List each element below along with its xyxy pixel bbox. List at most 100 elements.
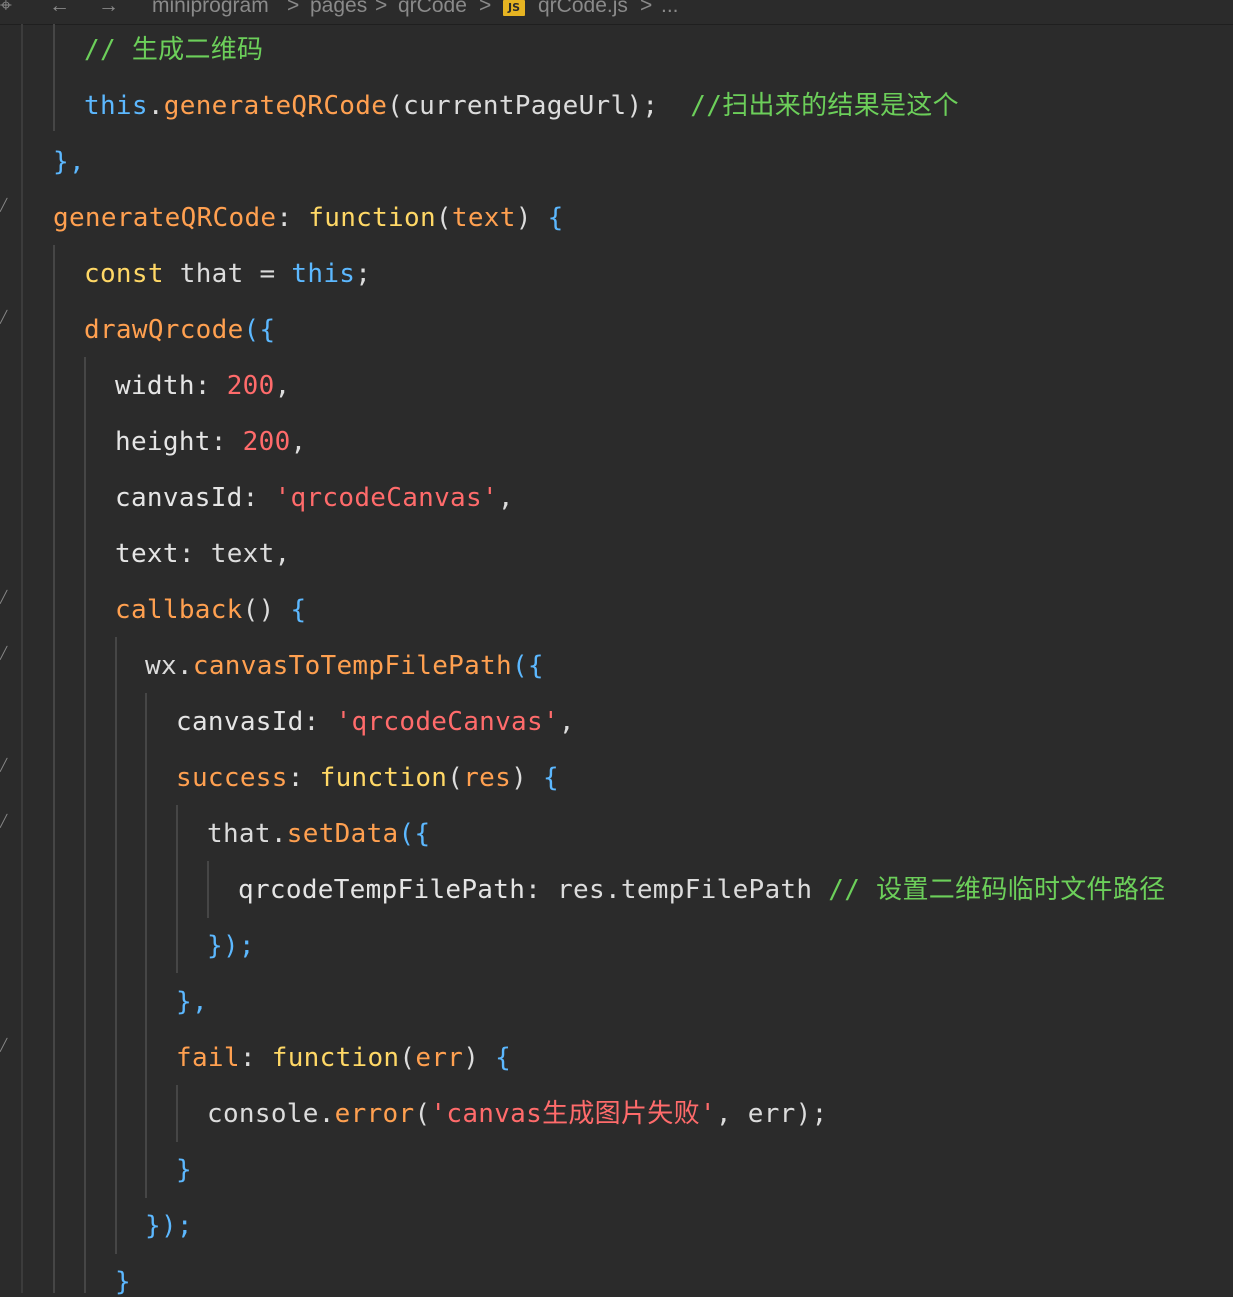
code-token: error (334, 1099, 415, 1129)
code-token: ({ (243, 315, 276, 345)
code-token: : (276, 203, 309, 233)
back-icon[interactable]: ← (49, 0, 70, 18)
code-token: drawQrcode (84, 315, 244, 345)
code-token: generateQRCode (53, 203, 277, 233)
fold-marker-icon[interactable]: ╱ (0, 591, 10, 603)
code-token: height (115, 427, 211, 457)
code-token: wx (145, 651, 177, 681)
code-token: ; (355, 259, 372, 289)
code-token: success (176, 763, 288, 793)
code-line: fail: function(err) { (176, 1043, 511, 1073)
code-token: { (547, 203, 564, 233)
breadcrumb-item-qrcode[interactable]: qrCode (398, 0, 467, 18)
code-token: function (319, 763, 448, 793)
code-token: ( (435, 203, 452, 233)
code-token: 200 (242, 427, 291, 457)
code-token: }); (207, 931, 255, 961)
code-token: : (194, 371, 227, 401)
indent-guide (207, 861, 209, 918)
code-token: } (176, 1155, 192, 1185)
code-line: } (176, 1155, 192, 1185)
code-token: text (115, 539, 179, 569)
code-token: 'qrcodeCanvas' (274, 483, 498, 513)
code-token: res (463, 763, 512, 793)
code-token: ({ (511, 651, 544, 681)
code-token: { (290, 595, 307, 625)
code-token: }); (145, 1211, 193, 1241)
code-token: that (207, 819, 271, 849)
js-file-icon: JS (503, 0, 525, 16)
code-token: setData (286, 819, 399, 849)
code-line: }); (145, 1211, 193, 1241)
code-token: : (239, 1043, 272, 1073)
code-line: that.setData({ (207, 819, 430, 849)
code-line: drawQrcode({ (84, 315, 275, 345)
breadcrumb-item-file[interactable]: qrCode.js (538, 0, 628, 18)
indent-guide (53, 24, 55, 131)
code-token: that = (163, 259, 292, 289)
code-token: canvasId (176, 707, 304, 737)
code-line: canvasId: 'qrcodeCanvas', (176, 707, 575, 737)
fold-marker-icon[interactable]: ╱ (0, 815, 10, 827)
fold-marker-icon[interactable]: ╱ (0, 199, 10, 211)
indent-guide (176, 805, 178, 973)
forward-icon[interactable]: → (98, 0, 119, 18)
code-token: qrcodeTempFilePath (238, 875, 526, 905)
indent-guide (53, 245, 55, 1293)
code-line: callback() { (115, 595, 306, 625)
code-token: ) (463, 1043, 496, 1073)
fold-marker-icon[interactable]: ╱ (0, 1039, 10, 1051)
breadcrumb-separator: > (479, 0, 492, 17)
code-line: const that = this; (84, 259, 371, 289)
code-line: }, (176, 987, 208, 1017)
code-token: function (271, 1043, 400, 1073)
code-token: { (543, 763, 559, 793)
code-line: wx.canvasToTempFilePath({ (145, 651, 544, 681)
code-token: // 设置二维码临时文件路径 (828, 875, 1166, 905)
bookmark-icon[interactable]: ⌖ (0, 0, 12, 18)
code-token: . (270, 819, 287, 849)
indent-guide (145, 693, 147, 1198)
code-line: }, (53, 147, 85, 177)
breadcrumb-item-pages[interactable]: pages (310, 0, 367, 18)
code-token: : (303, 707, 336, 737)
code-token: , (497, 483, 514, 513)
fold-marker-icon[interactable]: ╱ (0, 311, 10, 323)
code-token: { (495, 1043, 512, 1073)
code-token: canvasId (115, 483, 243, 513)
breadcrumb-bar: ⌖ ← → miniprogram > pages > qrCode > JS … (0, 0, 1233, 25)
code-token: this (291, 259, 356, 289)
gutter-divider (21, 24, 23, 1293)
breadcrumb-item-miniprogram[interactable]: miniprogram (152, 0, 269, 18)
code-token: ( (399, 1043, 416, 1073)
code-token: fail (176, 1043, 240, 1073)
code-token: : (210, 427, 243, 457)
fold-marker-icon[interactable]: ╱ (0, 759, 10, 771)
code-token: , (558, 707, 575, 737)
indent-guide (176, 1085, 178, 1142)
code-token: //扫出来的结果是这个 (658, 91, 959, 121)
breadcrumb-separator: > (640, 0, 653, 17)
code-token: text (451, 203, 516, 233)
breadcrumb-item-more[interactable]: ... (661, 0, 679, 18)
code-token: , err); (715, 1099, 828, 1129)
code-token: }, (176, 987, 208, 1017)
code-line: height: 200, (115, 427, 307, 457)
code-token: // 生成二维码 (84, 35, 264, 65)
code-token: ({ (398, 819, 431, 849)
code-token: 'qrcodeCanvas' (335, 707, 559, 737)
code-token: console (207, 1099, 319, 1129)
code-token: : res.tempFilePath (525, 875, 829, 905)
code-token: width (115, 371, 195, 401)
fold-marker-icon[interactable]: ╱ (0, 647, 10, 659)
code-token: (currentPageUrl); (387, 91, 659, 121)
breadcrumb-separator: > (375, 0, 388, 17)
code-token: 200 (226, 371, 275, 401)
code-token: canvasToTempFilePath (192, 651, 512, 681)
code-token: generateQRCode (163, 91, 388, 121)
indent-guide (84, 357, 86, 1293)
code-token: function (308, 203, 436, 233)
code-line: }); (207, 931, 255, 961)
code-token: () (242, 595, 291, 625)
code-token: this (84, 91, 148, 121)
